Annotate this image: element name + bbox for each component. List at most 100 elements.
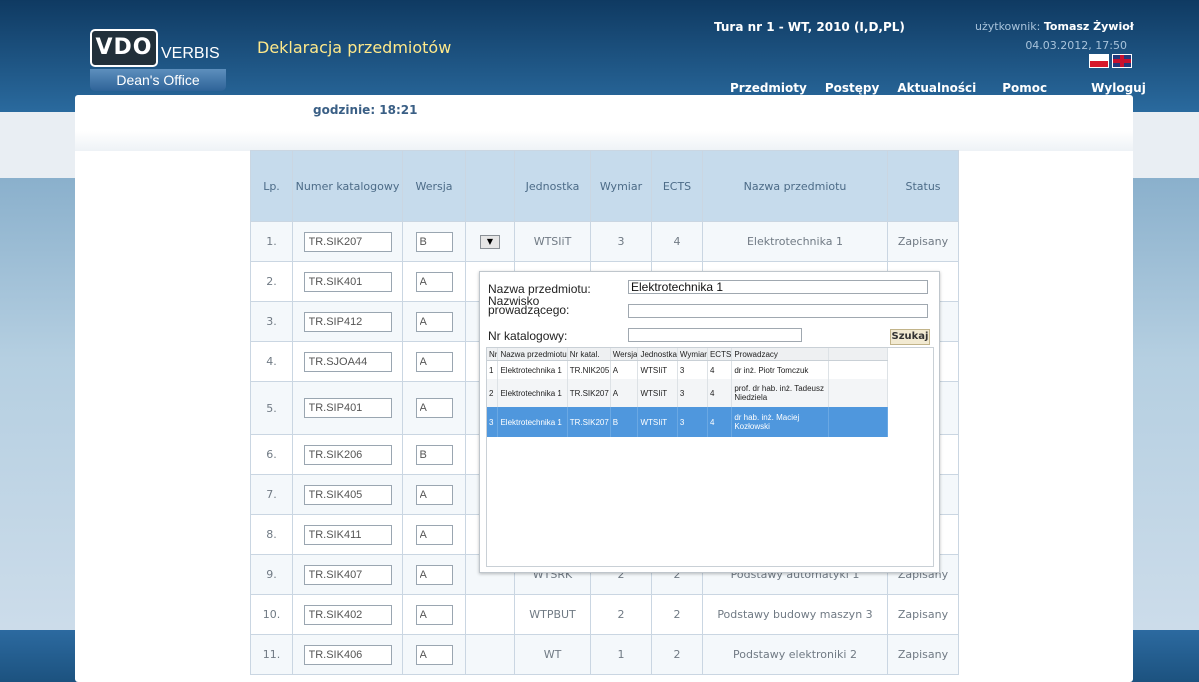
version-cell	[402, 474, 466, 515]
catalog-input[interactable]	[303, 644, 392, 665]
logo-verbis-text: VERBIS	[161, 45, 220, 62]
res-nr: 1	[487, 360, 499, 379]
res-name: Elektrotechnika 1	[497, 379, 568, 407]
version-cell	[402, 301, 466, 342]
version-input[interactable]	[415, 484, 453, 505]
search-button[interactable]: Szukaj	[890, 329, 930, 345]
col-nazwa-przedmiotu: Nazwa przedmiotu	[702, 150, 888, 222]
catalog-cell	[292, 514, 403, 555]
row-ects: 2	[651, 594, 703, 635]
row-lp: 3.	[250, 301, 293, 342]
row-lp: 6.	[250, 434, 293, 475]
version-input[interactable]	[415, 644, 453, 665]
table-header-row: Lp. Numer katalogowy Wersja Jednostka Wy…	[250, 150, 959, 222]
catalog-input[interactable]	[303, 604, 392, 625]
row-status: Zapisany	[887, 594, 959, 635]
row-status: Zapisany	[887, 221, 959, 262]
version-input[interactable]	[415, 444, 453, 465]
english-flag-icon[interactable]	[1112, 54, 1132, 68]
row-unit: WTPBUT	[514, 594, 591, 635]
row-wymiar: 2	[590, 594, 652, 635]
version-input[interactable]	[415, 231, 453, 252]
res-col-version[interactable]: Wersja	[610, 348, 639, 361]
table-row: 1. ▼ WTSIiT 3 4 Elektrotechnika 1 Zapisa…	[250, 221, 959, 262]
version-cell	[402, 594, 466, 635]
res-spacer	[828, 407, 889, 437]
catalog-input[interactable]	[303, 524, 392, 545]
app-logo[interactable]: VDO VERBIS Dean's Office	[90, 29, 226, 91]
res-col-wymiar[interactable]: Wymiar	[677, 348, 708, 361]
label-catalog-number: Nr katalogowy:	[488, 329, 568, 343]
res-unit: WTSIiT	[637, 379, 678, 407]
res-nr: 2	[487, 379, 499, 407]
res-col-cat[interactable]: Nr katal.	[567, 348, 611, 361]
col-lp: Lp.	[250, 150, 293, 222]
res-col-spacer	[828, 348, 889, 361]
subject-name-input[interactable]	[628, 280, 928, 294]
panel-divider	[75, 131, 1133, 151]
col-status: Status	[887, 150, 959, 222]
version-input[interactable]	[415, 564, 453, 585]
col-ects: ECTS	[651, 150, 703, 222]
row-lp: 2.	[250, 261, 293, 302]
row-lp: 8.	[250, 514, 293, 555]
catalog-cell	[292, 594, 403, 635]
res-col-unit[interactable]: Jednostka	[637, 348, 678, 361]
version-input[interactable]	[415, 311, 453, 332]
catalog-input[interactable]	[303, 398, 392, 418]
version-cell	[402, 554, 466, 595]
res-unit: WTSIiT	[637, 360, 678, 379]
res-name: Elektrotechnika 1	[497, 407, 568, 437]
catalog-cell	[292, 261, 403, 302]
row-lp: 9.	[250, 554, 293, 595]
res-col-nr[interactable]: Nr	[487, 348, 499, 361]
result-row[interactable]: 1 Elektrotechnika 1 TR.NIK205 A WTSIiT 3…	[487, 360, 889, 379]
catalog-number-input[interactable]	[628, 328, 802, 342]
version-input[interactable]	[415, 398, 453, 418]
row-wymiar: 1	[590, 634, 652, 675]
version-input[interactable]	[415, 524, 453, 545]
version-input[interactable]	[415, 604, 453, 625]
catalog-input[interactable]	[303, 351, 392, 372]
select-cell	[465, 634, 515, 675]
row-wymiar: 3	[590, 221, 652, 262]
catalog-cell	[292, 301, 403, 342]
res-cat: TR.SIK207	[567, 379, 611, 407]
res-version: A	[610, 379, 639, 407]
res-col-ects[interactable]: ECTS	[707, 348, 733, 361]
res-col-name[interactable]: Nazwa przedmiotu	[497, 348, 568, 361]
row-ects: 2	[651, 634, 703, 675]
col-select	[465, 150, 515, 222]
res-wymiar: 3	[677, 379, 708, 407]
catalog-input[interactable]	[303, 271, 392, 292]
version-input[interactable]	[415, 271, 453, 292]
res-version: A	[610, 360, 639, 379]
polish-flag-icon[interactable]	[1089, 54, 1109, 68]
catalog-input[interactable]	[303, 564, 392, 585]
res-cat: TR.SIK207	[567, 407, 611, 437]
row-name: Podstawy elektroniki 2	[702, 634, 888, 675]
version-input[interactable]	[415, 351, 453, 372]
result-row[interactable]: 2 Elektrotechnika 1 TR.SIK207 A WTSIiT 3…	[487, 379, 889, 407]
catalog-cell	[292, 221, 403, 262]
catalog-input[interactable]	[303, 311, 392, 332]
catalog-input[interactable]	[303, 484, 392, 505]
table-row: 11. WT 1 2 Podstawy elektroniki 2 Zapisa…	[250, 634, 959, 675]
logo-deans-office-text: Dean's Office	[90, 69, 226, 91]
version-cell	[402, 514, 466, 555]
teacher-name-input[interactable]	[628, 304, 928, 318]
catalog-input[interactable]	[303, 231, 392, 252]
user-label: użytkownik:	[975, 20, 1041, 33]
catalog-cell	[292, 474, 403, 515]
version-cell	[402, 261, 466, 302]
col-wersja: Wersja	[402, 150, 466, 222]
result-row-selected[interactable]: 3 Elektrotechnika 1 TR.SIK207 B WTSIiT 3…	[487, 407, 889, 437]
catalog-input[interactable]	[303, 444, 392, 465]
user-name: Tomasz Żywioł	[1043, 20, 1134, 33]
user-info: użytkownik: Tomasz Żywioł	[975, 20, 1134, 33]
res-col-teacher[interactable]: Prowadzacy	[731, 348, 830, 361]
results-header-row: Nr Nazwa przedmiotu Nr katal. Wersja Jed…	[487, 348, 889, 361]
row-lp: 11.	[250, 634, 293, 675]
res-wymiar: 3	[677, 407, 708, 437]
dropdown-arrow-icon[interactable]: ▼	[480, 235, 500, 249]
